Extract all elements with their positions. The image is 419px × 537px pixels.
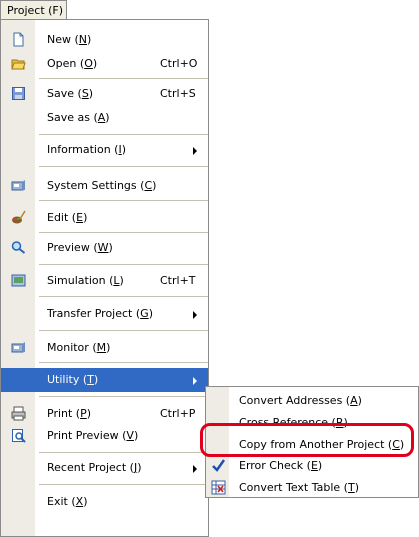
menu-separator (39, 200, 208, 201)
menu-item-new[interactable]: New (N) (1, 28, 208, 52)
menu-item-exit[interactable]: Exit (X) (1, 490, 208, 514)
monitor-icon (11, 342, 25, 353)
menu-item-transfer-project[interactable]: Transfer Project (G) (1, 302, 208, 326)
menu-separator (39, 452, 208, 453)
system-settings-icon (11, 180, 25, 191)
print-preview-icon (12, 429, 26, 443)
new-document-icon (13, 32, 24, 47)
menu-item-simulation[interactable]: Simulation (L) Ctrl+T (1, 269, 208, 293)
open-folder-icon (11, 59, 26, 70)
menu-item-print-preview[interactable]: Print Preview (V) (1, 424, 208, 448)
menu-item-preview[interactable]: Preview (W) (1, 236, 208, 260)
project-menu: New (N) Open (O) Ctrl+O Save (S) Ctrl+S … (0, 19, 209, 537)
submenu-arrow-icon (193, 311, 197, 319)
menu-item-information[interactable]: Information (I) (1, 138, 208, 162)
menu-item-save-as[interactable]: Save as (A) (1, 106, 208, 130)
menu-item-recent-project[interactable]: Recent Project (J) (1, 456, 208, 480)
convert-text-table-icon (211, 480, 226, 495)
preview-icon (11, 241, 26, 254)
menu-separator (39, 134, 208, 135)
menu-item-open[interactable]: Open (O) Ctrl+O (1, 52, 208, 76)
edit-icon (12, 210, 26, 224)
menu-item-print[interactable]: Print (P) Ctrl+P (1, 402, 208, 426)
submenu-item-convert-addresses[interactable]: Convert Addresses (A) (206, 389, 419, 411)
menu-separator (39, 484, 208, 485)
submenu-arrow-icon (193, 147, 197, 155)
submenu-arrow-icon (193, 377, 197, 385)
highlight-callout (200, 423, 414, 457)
menu-separator (39, 296, 208, 297)
submenu-item-convert-text-table[interactable]: Convert Text Table (T) (206, 476, 419, 498)
menu-item-save[interactable]: Save (S) Ctrl+S (1, 82, 208, 106)
menu-separator (39, 264, 208, 265)
checkmark-icon (212, 459, 226, 472)
menu-separator (39, 166, 208, 167)
submenu-arrow-icon (193, 465, 197, 473)
menu-separator (39, 232, 208, 233)
menu-item-system-settings[interactable]: System Settings (C) (1, 174, 208, 198)
save-icon (12, 87, 25, 100)
menu-separator (39, 78, 208, 79)
menu-item-utility[interactable]: Utility (T) (1, 368, 208, 392)
submenu-item-error-check[interactable]: Error Check (E) (206, 454, 419, 476)
menu-item-monitor[interactable]: Monitor (M) (1, 336, 208, 360)
menu-separator (39, 362, 208, 363)
simulation-icon (11, 274, 26, 287)
menu-separator (39, 330, 208, 331)
print-icon (11, 406, 26, 421)
menu-separator (39, 396, 208, 397)
menu-item-edit[interactable]: Edit (E) (1, 206, 208, 230)
project-menu-title[interactable]: Project (F) (0, 0, 67, 19)
